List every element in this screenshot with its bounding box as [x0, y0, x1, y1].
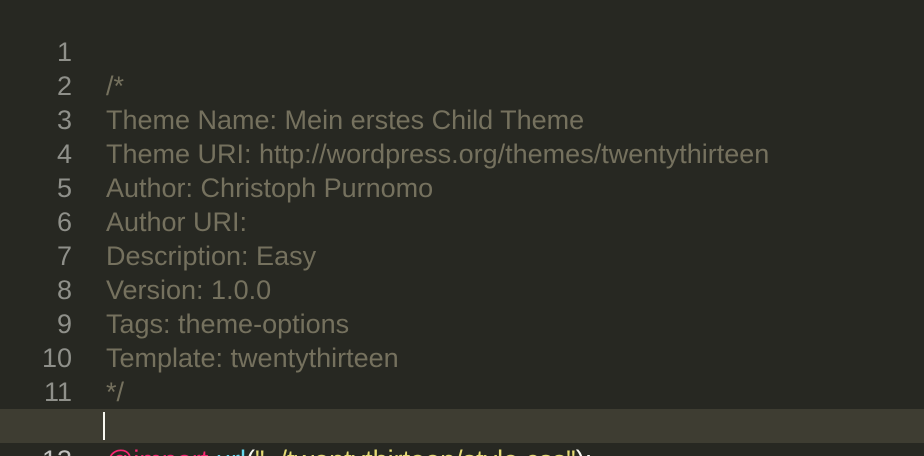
code-editor[interactable]: 1 /* 2 Theme Name: Mein erstes Child The…	[0, 0, 924, 456]
line-number: 13	[0, 443, 72, 456]
url-string: "../twentythirteen/style.css"	[255, 445, 576, 456]
url-function: url	[216, 445, 246, 456]
import-statement: @import url("../twentythirteen/style.css…	[106, 443, 592, 456]
active-code-line[interactable]: 13	[0, 409, 924, 456]
code-line: 12 @import url("../twentythirteen/style.…	[0, 375, 924, 456]
code-line: 8 Tags: theme-options	[0, 239, 924, 339]
code-line: 10 */	[0, 307, 924, 407]
code-line: 5 Author URI:	[0, 137, 924, 237]
code-line: 4 Author: Christoph Purnomo	[0, 103, 924, 203]
code-line: 3 Theme URI: http://wordpress.org/themes…	[0, 69, 924, 169]
import-keyword: @import	[106, 445, 208, 456]
code-line: 6 Description: Easy	[0, 171, 924, 271]
code-line: 9 Template: twentythirteen	[0, 273, 924, 373]
code-line: 7 Version: 1.0.0	[0, 205, 924, 305]
open-paren: (	[246, 445, 255, 456]
close-paren-semicolon: );	[576, 445, 593, 456]
code-line: 1 /*	[0, 1, 924, 101]
code-line: 11	[0, 341, 924, 407]
text-caret	[103, 412, 105, 440]
code-line: 2 Theme Name: Mein erstes Child Theme	[0, 35, 924, 135]
